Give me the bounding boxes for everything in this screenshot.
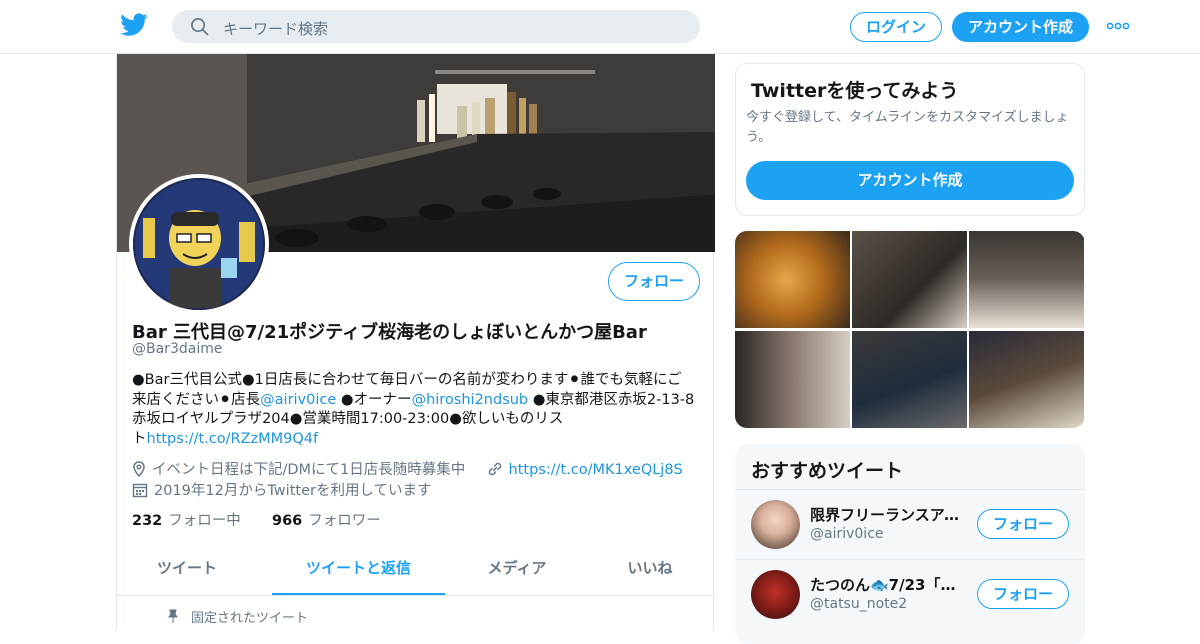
media-thumbnail[interactable] [969, 231, 1084, 328]
following-count: 232 [132, 513, 163, 529]
profile-avatar[interactable] [129, 174, 269, 314]
bio-url-link[interactable]: https://t.co/RZzMM9Q4f [147, 431, 319, 447]
bio-text: ●Bar三代目公式●1日店長に合わせて毎日バーの名前が変わります⚫︎誰でも気軽に… [132, 372, 682, 388]
profile-tabs: ツイート ツイートと返信 メディア いいね [117, 546, 713, 596]
profile-handle: @Bar3daime [132, 341, 223, 357]
recommended-title: おすすめツイート [751, 460, 904, 482]
following-label: フォロー中 [168, 513, 241, 529]
avatar-illustration [133, 178, 265, 310]
bio-line: トhttps://t.co/RZzMM9Q4f [132, 430, 700, 450]
bio-text: ト [132, 430, 147, 447]
tab-likes[interactable]: いいね [595, 546, 705, 595]
login-button[interactable]: ログイン [850, 12, 942, 42]
tab-media[interactable]: メディア [462, 546, 572, 595]
link-icon [488, 462, 501, 476]
followers-label: フォロワー [308, 513, 381, 529]
signup-card-button[interactable]: アカウント作成 [746, 161, 1074, 200]
signup-card-description: 今すぐ登録して、タイムラインをカスタマイズしましょう。 [746, 110, 1069, 145]
profile-bio: ●Bar三代目公式●1日店長に合わせて毎日バーの名前が変わります⚫︎誰でも気軽に… [132, 371, 700, 449]
tab-tweets[interactable]: ツイート [117, 546, 257, 595]
recommended-account-row[interactable]: 限界フリーランスアイリ @airiv0ice フォロー [735, 489, 1085, 559]
signup-card: Twitterを使ってみよう 今すぐ登録して、タイムラインをカスタマイズしましょ… [735, 63, 1085, 216]
recommended-follow-button[interactable]: フォロー [977, 509, 1069, 539]
recommended-avatar[interactable] [751, 570, 800, 619]
recommended-name[interactable]: たつのん🐟7/23「漁師Bar」 [810, 574, 970, 595]
media-thumbnail[interactable] [852, 331, 967, 428]
recommended-handle: @airiv0ice [810, 526, 884, 542]
bio-line: 来店ください⚫︎店長@airiv0ice ●オーナー@hiroshi2ndsub… [132, 391, 700, 411]
mention-link[interactable]: @airiv0ice [260, 392, 336, 408]
media-thumbnail[interactable] [735, 331, 850, 428]
bio-text: ●オーナー [336, 391, 412, 408]
more-dots-icon[interactable] [1107, 21, 1129, 31]
profile-stats: 232 フォロー中 966 フォロワー [132, 509, 381, 530]
media-thumbnail[interactable] [852, 231, 967, 328]
signup-button[interactable]: アカウント作成 [952, 12, 1089, 42]
following-stat[interactable]: 232 フォロー中 [132, 513, 241, 529]
followers-count: 966 [272, 513, 303, 529]
bio-text: 来店ください⚫︎店長 [132, 391, 261, 408]
profile-url-link[interactable]: https://t.co/MK1xeQLj8S [509, 462, 683, 478]
recommended-handle: @tatsu_note2 [810, 596, 908, 612]
search-input[interactable]: キーワード検索 [223, 18, 328, 39]
bio-text: ●東京都港区赤坂2-13-8 [528, 391, 695, 408]
recommended-name[interactable]: 限界フリーランスアイリ [810, 504, 970, 525]
mention-link[interactable]: @hiroshi2ndsub [412, 392, 529, 408]
profile-column: フォロー Bar 三代目@7/21ポジティブ桜海老のしょぼいとんかつ屋Bar @… [116, 54, 715, 630]
tab-tweets-and-replies[interactable]: ツイートと返信 [272, 546, 445, 595]
recommended-follow-button[interactable]: フォロー [977, 579, 1069, 609]
media-gallery [735, 231, 1085, 428]
profile-joined-row: 2019年12月からTwitterを利用しています [132, 479, 432, 500]
recommended-avatar[interactable] [751, 500, 800, 549]
media-thumbnail[interactable] [969, 331, 1084, 428]
media-thumbnail[interactable] [735, 231, 850, 328]
profile-location-row: イベント日程は下記/DMにて1日店長随時募集中 https://t.co/MK1… [132, 458, 683, 479]
location-icon [133, 461, 145, 478]
search-bar[interactable]: キーワード検索 [172, 10, 700, 43]
bio-line: ●Bar三代目公式●1日店長に合わせて毎日バーの名前が変わります⚫︎誰でも気軽に… [132, 371, 700, 391]
bio-line: 赤坂ロイヤルプラザ204●営業時間17:00-23:00●欲しいものリス [132, 410, 700, 430]
pin-icon [168, 609, 178, 623]
calendar-icon [132, 483, 148, 498]
signup-card-title: Twitterを使ってみよう [751, 80, 959, 102]
profile-location: イベント日程は下記/DMにて1日店長随時募集中 [152, 462, 466, 478]
recommended-account-row[interactable]: たつのん🐟7/23「漁師Bar」 @tatsu_note2 フォロー [735, 559, 1085, 629]
search-icon [191, 18, 209, 36]
bio-text: 赤坂ロイヤルプラザ204●営業時間17:00-23:00●欲しいものリス [132, 411, 564, 427]
twitter-bird-icon[interactable] [120, 13, 148, 37]
recommended-tweets-panel: おすすめツイート 限界フリーランスアイリ @airiv0ice フォロー たつの… [735, 444, 1085, 644]
top-bar: キーワード検索 ログイン アカウント作成 [0, 0, 1200, 54]
pinned-tweet-label: 固定されたツイート [191, 611, 309, 626]
followers-stat[interactable]: 966 フォロワー [272, 513, 381, 529]
profile-joined-date: 2019年12月からTwitterを利用しています [154, 483, 432, 499]
follow-button[interactable]: フォロー [608, 262, 700, 301]
